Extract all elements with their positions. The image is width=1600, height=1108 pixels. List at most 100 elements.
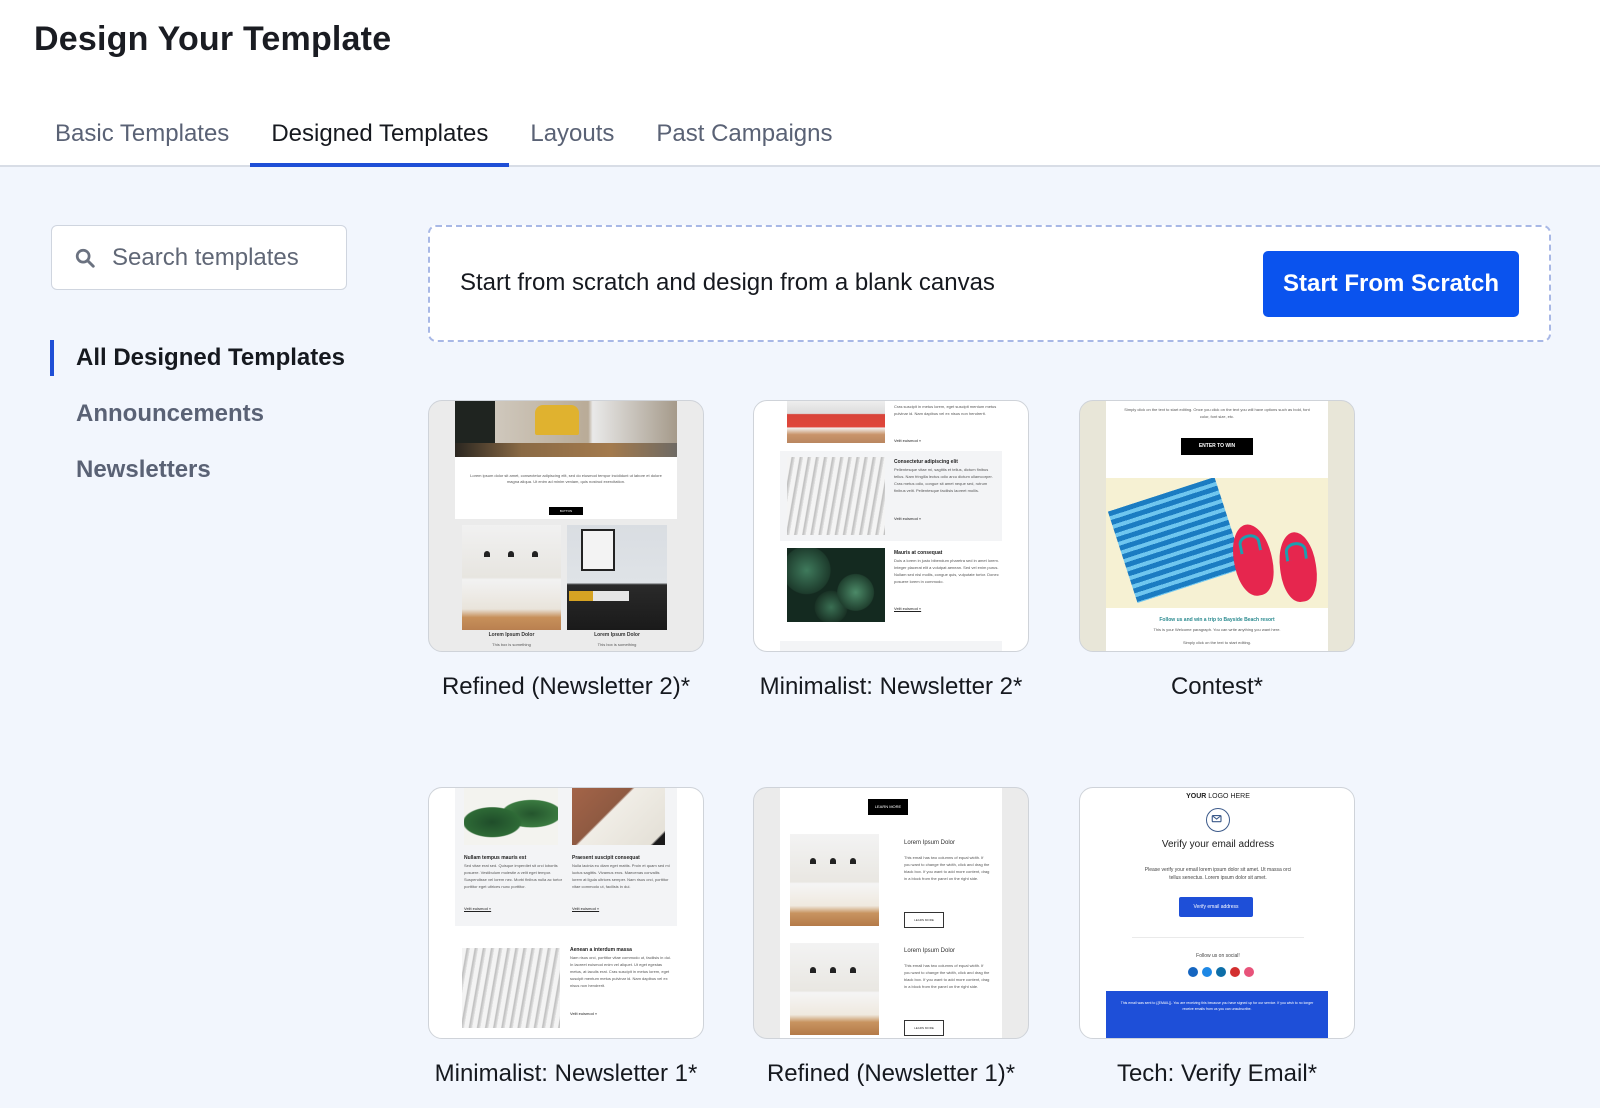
twitter-icon: [1202, 967, 1212, 977]
learn-more-top-button: LEARN MORE: [868, 799, 908, 815]
search-box[interactable]: [51, 225, 347, 290]
flip-flop-left: [1226, 520, 1280, 600]
flip-flop-right: [1275, 529, 1321, 605]
preview-footer-text: Simply click on the text to start editin…: [1182, 640, 1252, 645]
preview-row-button: LEARN MORE: [904, 1020, 944, 1036]
kitchen-image: [462, 525, 561, 630]
bedroom-image: [567, 525, 667, 630]
architecture-image: [462, 948, 560, 1028]
search-input[interactable]: [112, 243, 332, 272]
template-card[interactable]: LEARN MORE Lorem Ipsum Dolor This email …: [753, 787, 1029, 1091]
template-thumbnail[interactable]: Cras suscipit in metus lorem, eget susci…: [753, 400, 1029, 652]
template-name[interactable]: Refined (Newsletter 1)*: [753, 1057, 1029, 1091]
preview-block-body: Nulla lacinia eu diam eget mattis. Proin…: [572, 863, 670, 889]
preview-subcaption: This box is something: [492, 642, 531, 647]
leaves-image: [787, 548, 885, 622]
preview-block-link: Velit euismod »: [894, 606, 922, 611]
template-card[interactable]: Simply click on the text to start editin…: [1079, 400, 1355, 704]
category-nav: All Designed Templates Announcements New…: [50, 340, 345, 508]
preview-heading: Verify your email address: [1161, 839, 1275, 850]
preview-body-text: Lorem ipsum dolor sit amet, consectetur …: [470, 473, 662, 484]
preview-block-body: Nam risus orci, porttitor vitae commodo …: [570, 955, 671, 988]
preview-row-body: This email has two columns of equal widt…: [904, 855, 990, 881]
tab-basic-templates[interactable]: Basic Templates: [34, 108, 250, 165]
hero-image: [455, 401, 677, 457]
striped-towel: [1107, 478, 1245, 603]
architecture-image: [787, 457, 885, 535]
preview-block-title: Aenean a interdum massa: [570, 947, 632, 953]
preview-block-link: Velit euismod »: [570, 1011, 598, 1016]
logo-rest-text: LOGO HERE: [1206, 793, 1250, 800]
preview-row-title: Lorem Ipsum Dolor: [904, 948, 956, 954]
monstera-image: [464, 788, 558, 845]
template-name[interactable]: Minimalist: Newsletter 1*: [428, 1057, 704, 1091]
template-name[interactable]: Tech: Verify Email*: [1079, 1057, 1355, 1091]
preview-headline: Follow us and win a trip to Bayside Beac…: [1159, 617, 1275, 623]
social-label: Follow us on social!: [1196, 953, 1240, 959]
preview-paragraph: This is your Welcome paragraph. You can …: [1153, 627, 1281, 632]
preview-block-link: Velit euismod »: [572, 906, 600, 911]
preview-block-title: Mauris at consequat: [894, 550, 943, 556]
instagram-icon: [1244, 967, 1254, 977]
template-name[interactable]: Minimalist: Newsletter 2*: [753, 670, 1029, 704]
template-thumbnail[interactable]: LEARN MORE Lorem Ipsum Dolor This email …: [753, 787, 1029, 1039]
preview-subcaption: This box is something: [597, 642, 637, 647]
verify-email-button: Verify email address: [1179, 897, 1253, 917]
page-title: Design Your Template: [34, 20, 392, 58]
beach-image: [1106, 478, 1328, 608]
preview-block-body: Pellentesque vitae mi, sagittis et tellu…: [894, 467, 993, 493]
template-card[interactable]: Lorem ipsum dolor sit amet, consectetur …: [428, 400, 704, 704]
preview-block-body: Duis a lorem in justo bibendum pharetra …: [894, 558, 999, 584]
template-tabs: Basic Templates Designed Templates Layou…: [34, 108, 854, 167]
envelope-icon: [1206, 808, 1230, 832]
start-from-scratch-button[interactable]: Start From Scratch: [1263, 251, 1519, 317]
linkedin-icon: [1216, 967, 1226, 977]
page-header: Design Your Template Basic Templates Des…: [0, 0, 1600, 167]
template-card[interactable]: Cras suscipit in metus lorem, eget susci…: [753, 400, 1029, 704]
preview-block-title: Nullam tempus mauris est: [464, 855, 527, 861]
search-icon: [75, 248, 95, 268]
preview-block-body: Sed vitae erat sed. Quisque imperdiet si…: [464, 863, 563, 889]
enter-to-win-button: ENTER TO WIN: [1181, 438, 1253, 455]
preview-row-title: Lorem Ipsum Dolor: [904, 840, 956, 846]
preview-intro-text: Simply click on the text to start editin…: [1124, 407, 1310, 419]
preview-footer: This email was sent to {{EMAIL}}. You ar…: [1106, 991, 1328, 1038]
template-name[interactable]: Refined (Newsletter 2)*: [428, 670, 704, 704]
template-card[interactable]: YOUR LOGO HERE Verify your email address…: [1079, 787, 1355, 1091]
preview-block-title: Consectetur adipiscing elit: [894, 459, 958, 465]
preview-row-button: LEARN MORE: [904, 912, 944, 928]
preview-button: BUTTON: [549, 507, 583, 515]
preview-block-link: Velit euismod »: [464, 906, 492, 911]
kitchen-image: [790, 834, 879, 926]
preview-logo: YOUR LOGO HERE: [1080, 793, 1354, 800]
sidebar-item-newsletters[interactable]: Newsletters: [50, 452, 345, 488]
template-thumbnail[interactable]: YOUR LOGO HERE Verify your email address…: [1079, 787, 1355, 1039]
sidebar-item-all-designed-templates[interactable]: All Designed Templates: [50, 340, 345, 376]
scratch-description: Start from scratch and design from a bla…: [460, 269, 995, 296]
social-icons: [1188, 967, 1254, 977]
tab-past-campaigns[interactable]: Past Campaigns: [635, 108, 853, 165]
template-card[interactable]: Nullam tempus mauris est Sed vitae erat …: [428, 787, 704, 1091]
tab-layouts[interactable]: Layouts: [509, 108, 635, 165]
preview-block-link: Velit euismod »: [894, 438, 922, 443]
notebook-image: [572, 788, 665, 845]
preview-block-link: Velit euismod »: [894, 516, 922, 521]
template-thumbnail[interactable]: Lorem ipsum dolor sit amet, consectetur …: [428, 400, 704, 652]
preview-row-body: This email has two columns of equal widt…: [904, 963, 990, 989]
preview-block-title: Praesent suscipit consequat: [572, 855, 640, 861]
preview-caption: Lorem Ipsum Dolor: [594, 632, 640, 638]
sidebar-item-announcements[interactable]: Announcements: [50, 396, 345, 432]
tab-designed-templates[interactable]: Designed Templates: [250, 108, 510, 167]
books-image: [787, 401, 885, 443]
facebook-icon: [1188, 967, 1198, 977]
preview-caption: Lorem Ipsum Dolor: [488, 632, 535, 638]
preview-body-text: Please verify your email lorem ipsum dol…: [1144, 867, 1292, 881]
preview-footer-text: This email was sent to {{EMAIL}}. You ar…: [1120, 1001, 1314, 1011]
template-name[interactable]: Contest*: [1079, 670, 1355, 704]
logo-bold-text: YOUR: [1186, 793, 1207, 800]
preview-block-body: Cras suscipit in metus lorem, eget susci…: [894, 404, 997, 416]
kitchen-image: [790, 943, 879, 1035]
template-thumbnail[interactable]: Nullam tempus mauris est Sed vitae erat …: [428, 787, 704, 1039]
start-from-scratch-panel: Start from scratch and design from a bla…: [428, 225, 1551, 342]
template-thumbnail[interactable]: Simply click on the text to start editin…: [1079, 400, 1355, 652]
